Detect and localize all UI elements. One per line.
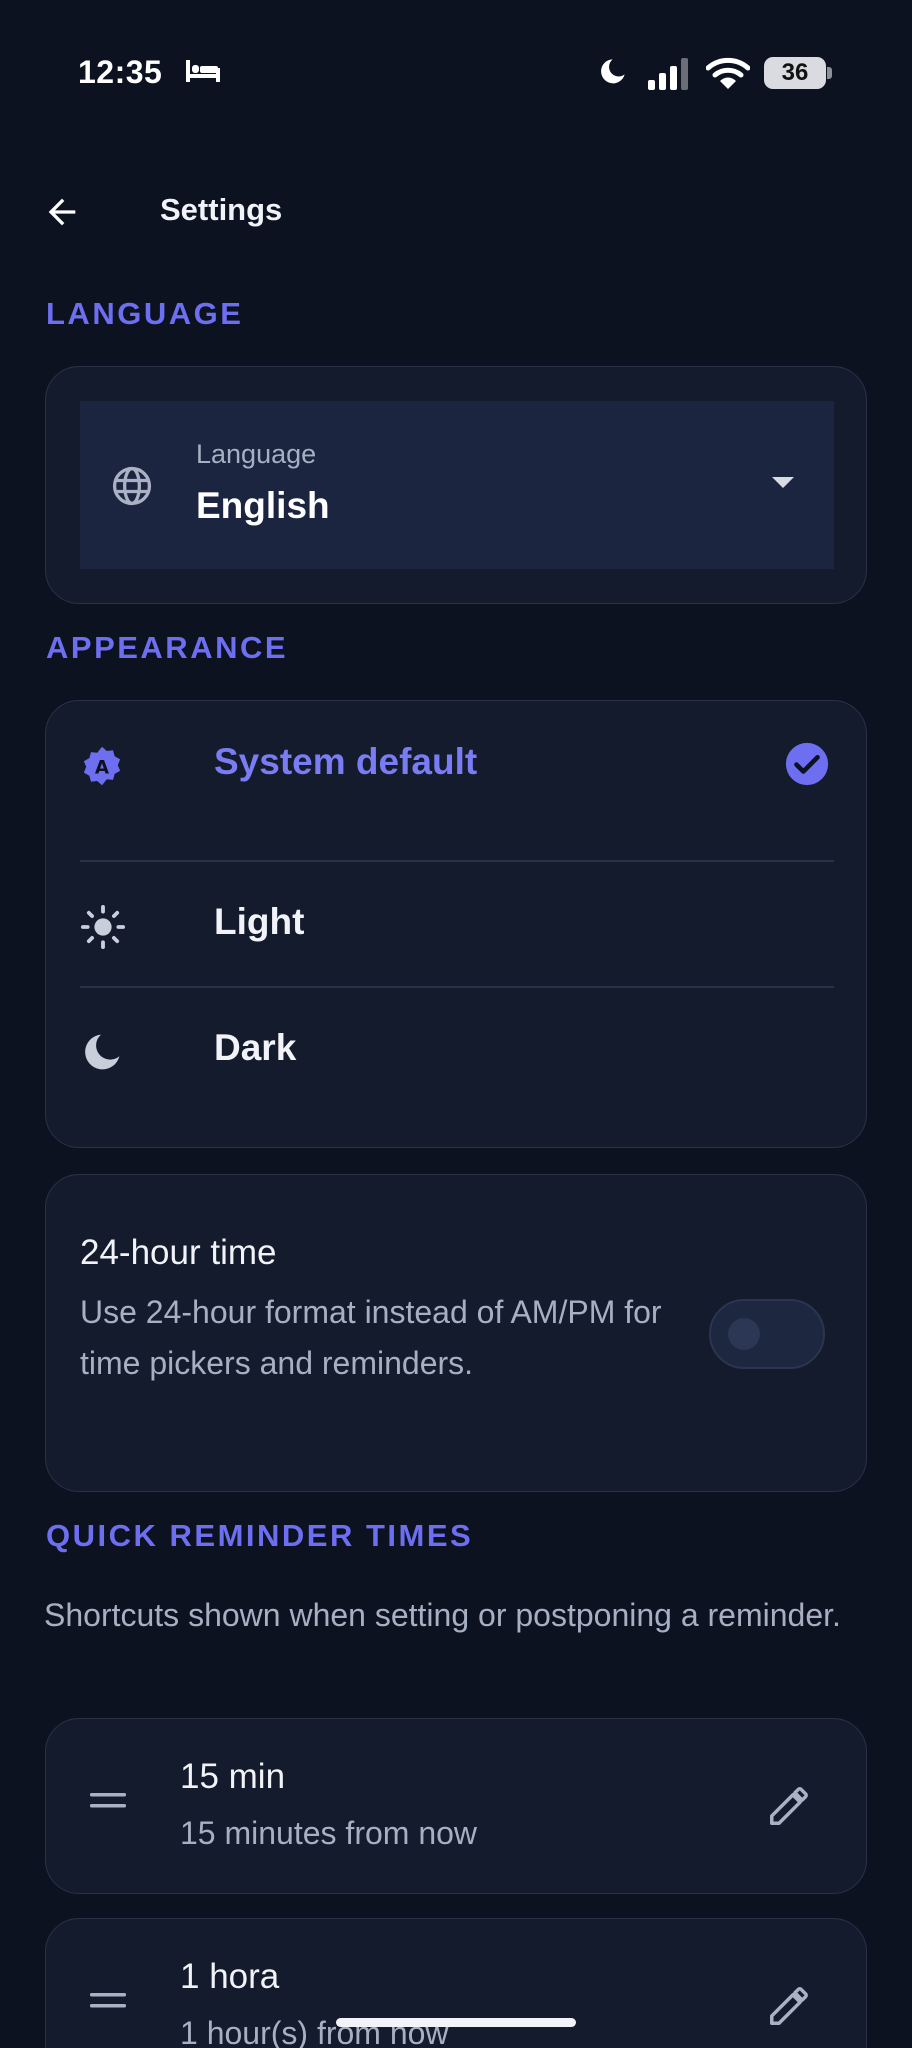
- back-button[interactable]: [38, 188, 86, 236]
- quick-reminders-description: Shortcuts shown when setting or postponi…: [44, 1597, 841, 1633]
- globe-icon: [112, 466, 152, 506]
- theme-option-light[interactable]: Light: [80, 861, 834, 987]
- language-selected-value: English: [196, 485, 330, 526]
- dropdown-arrow-icon: [772, 477, 794, 488]
- quick-reminder-subtitle: 15 minutes from now: [180, 1815, 478, 1851]
- pencil-edit-icon[interactable]: [766, 1983, 812, 2029]
- drag-handle-icon[interactable]: [88, 1989, 128, 2013]
- time-format-toggle[interactable]: [709, 1299, 825, 1369]
- svg-text:A: A: [95, 757, 110, 778]
- time-format-description: Use 24-hour format instead of AM/PM for …: [80, 1294, 662, 1381]
- battery-level: 36: [781, 59, 809, 86]
- theme-option-system-default[interactable]: A System default: [80, 701, 834, 827]
- bed-icon: [186, 60, 220, 82]
- appearance-section-header: APPEARANCE: [46, 630, 289, 665]
- quick-reminder-item[interactable]: 15 min 15 minutes from now: [45, 1718, 867, 1894]
- theme-option-label: Light: [214, 901, 305, 942]
- time-format-title: 24-hour time: [80, 1233, 277, 1272]
- language-card: Language English: [45, 366, 867, 604]
- page-title: Settings: [160, 192, 283, 227]
- quick-reminder-item[interactable]: 1 hora 1 hour(s) from now: [45, 1918, 867, 2048]
- quick-reminder-title: 1 hora: [180, 1957, 280, 1996]
- wifi-icon: [706, 57, 750, 89]
- time-format-card: 24-hour time Use 24-hour format instead …: [45, 1174, 867, 1492]
- theme-option-label: System default: [214, 741, 478, 782]
- settings-screen: 12:35 36 Settings LANGUAGE Language Engl…: [0, 0, 912, 2048]
- pencil-edit-icon[interactable]: [766, 1783, 812, 1829]
- auto-theme-icon: A: [83, 746, 121, 786]
- quick-reminders-section-header: QUICK REMINDER TIMES: [46, 1518, 474, 1553]
- moon-icon: [85, 1034, 120, 1070]
- theme-option-dark[interactable]: Dark: [80, 987, 834, 1113]
- status-bar: 12:35 36: [0, 0, 912, 150]
- drag-handle-icon[interactable]: [88, 1789, 128, 1813]
- status-time: 12:35: [78, 54, 163, 90]
- language-section-header: LANGUAGE: [46, 296, 244, 331]
- battery-indicator: 36: [764, 57, 832, 89]
- check-circle-icon: [785, 742, 829, 786]
- language-dropdown[interactable]: Language English: [80, 401, 834, 569]
- arrow-back-icon: [48, 198, 76, 226]
- sun-icon: [80, 904, 126, 950]
- toggle-knob: [728, 1318, 760, 1350]
- appearance-card: A System default Light Dark: [45, 700, 867, 1148]
- theme-option-label: Dark: [214, 1027, 297, 1068]
- do-not-disturb-moon-icon: [601, 59, 625, 84]
- language-field-label: Language: [196, 439, 317, 469]
- app-bar: Settings: [0, 170, 912, 250]
- quick-reminder-title: 15 min: [180, 1757, 286, 1796]
- home-indicator: [336, 2018, 576, 2027]
- signal-icon: [648, 58, 688, 90]
